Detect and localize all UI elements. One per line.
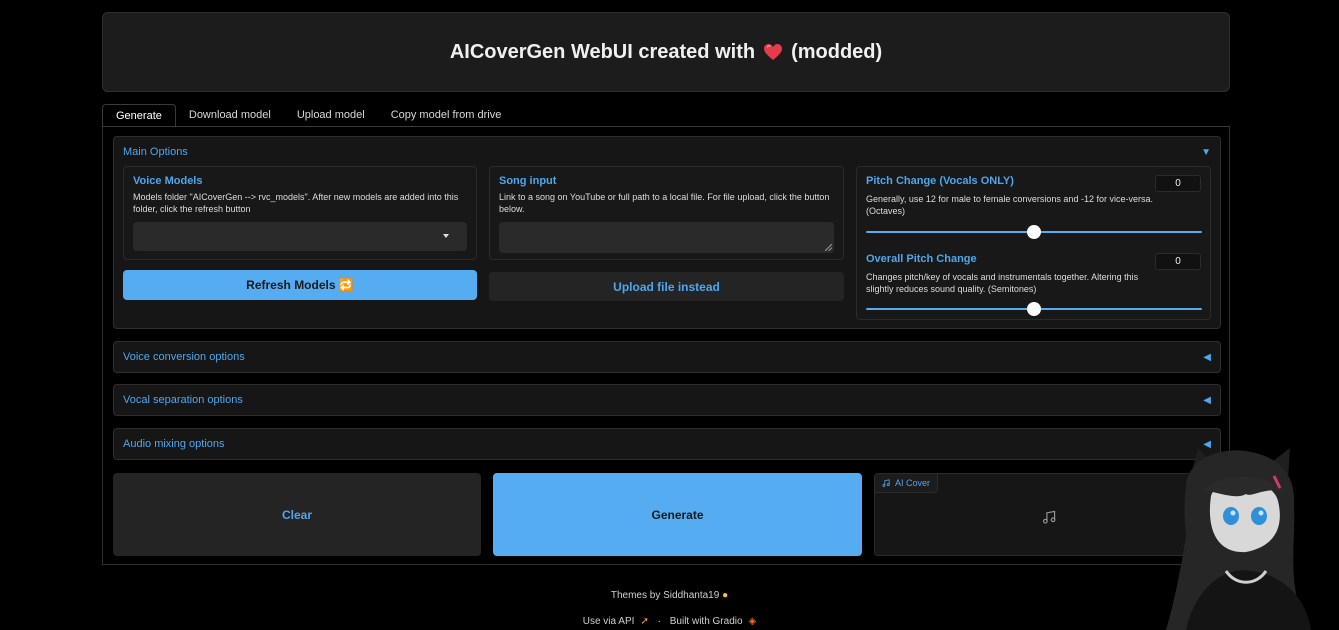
song-input-field[interactable] <box>499 222 834 253</box>
app-header: AICoverGen WebUI created with (modded) <box>102 12 1230 92</box>
built-with-gradio-link[interactable]: Built with Gradio <box>670 616 743 627</box>
clear-button[interactable]: Clear <box>113 473 481 556</box>
tab-download-model[interactable]: Download model <box>176 104 284 127</box>
chevron-left-icon: ◀ <box>1203 394 1211 406</box>
main-options-header[interactable]: Main Options ▼ <box>114 137 1220 167</box>
vocal-separation-header[interactable]: Vocal separation options ◀ <box>114 385 1220 415</box>
song-input-info: Link to a song on YouTube or full path t… <box>499 192 830 214</box>
song-input-label: Song input <box>499 175 557 187</box>
overall-pitch-label: Overall Pitch Change <box>866 253 977 265</box>
music-note-icon <box>882 479 890 487</box>
vocal-separation-accordion[interactable]: Vocal separation options ◀ <box>113 384 1221 416</box>
app-title-suffix: (modded) <box>791 40 883 63</box>
tab-copy-model-from-drive[interactable]: Copy model from drive <box>378 104 515 127</box>
main-options-accordion: Main Options ▼ Voice Models Models folde… <box>113 136 1221 329</box>
chevron-left-icon: ◀ <box>1203 351 1211 363</box>
overall-pitch-slider-thumb[interactable] <box>1027 302 1041 316</box>
hugging-face-icon: ● <box>722 590 729 601</box>
audio-mixing-title: Audio mixing options <box>123 438 225 450</box>
overall-pitch-info: Changes pitch/key of vocals and instrume… <box>866 272 1139 294</box>
voice-models-label: Voice Models <box>133 175 203 187</box>
resize-handle-icon[interactable] <box>825 244 832 251</box>
rocket-icon: ➚ <box>640 616 649 627</box>
tab-generate[interactable]: Generate <box>102 104 176 127</box>
footer-separator: · <box>657 616 661 627</box>
refresh-models-button[interactable]: Refresh Models 🔁 <box>123 270 477 300</box>
overall-pitch-slider[interactable] <box>866 301 1202 317</box>
pitch-controls-block: Pitch Change (Vocals ONLY) 0 Generally, … <box>856 166 1211 320</box>
gradio-logo-icon: ◈ <box>748 616 757 627</box>
voice-models-dropdown[interactable] <box>133 222 467 251</box>
chevron-down-icon: ▼ <box>1201 146 1211 158</box>
audio-mixing-header[interactable]: Audio mixing options ◀ <box>114 429 1220 459</box>
tab-upload-model[interactable]: Upload model <box>284 104 378 127</box>
main-options-title: Main Options <box>123 146 188 158</box>
dropdown-caret-icon <box>443 234 449 238</box>
voice-models-block: Voice Models Models folder "AICoverGen -… <box>123 166 477 260</box>
app-title-text: AICoverGen WebUI created with <box>449 40 756 63</box>
voice-conversion-accordion[interactable]: Voice conversion options ◀ <box>113 341 1221 373</box>
music-note-placeholder-icon <box>1042 510 1056 524</box>
pitch-change-slider[interactable] <box>866 224 1202 240</box>
pitch-change-info: Generally, use 12 for male to female con… <box>866 194 1153 216</box>
pitch-change-number-input[interactable]: 0 <box>1155 175 1201 192</box>
song-input-block: Song input Link to a song on YouTube or … <box>489 166 844 260</box>
overall-pitch-number-input[interactable]: 0 <box>1155 253 1201 270</box>
vocal-separation-title: Vocal separation options <box>123 394 243 406</box>
pitch-change-label: Pitch Change (Vocals ONLY) <box>866 175 1014 187</box>
ai-cover-label: AI Cover <box>895 478 931 488</box>
voice-models-info: Models folder "AICoverGen --> rvc_models… <box>133 192 459 214</box>
themes-credit-link[interactable]: Themes by Siddhanta19 <box>611 590 719 601</box>
voice-conversion-title: Voice conversion options <box>123 351 245 363</box>
heart-icon <box>764 44 783 60</box>
footer-links: Use via API ➚ · Built with Gradio ◈ <box>0 616 1339 627</box>
ai-cover-label-tag: AI Cover <box>875 474 939 493</box>
audio-mixing-accordion[interactable]: Audio mixing options ◀ <box>113 428 1221 460</box>
use-via-api-link[interactable]: Use via API <box>583 616 635 627</box>
tab-bar: Generate Download model Upload model Cop… <box>102 104 514 127</box>
voice-conversion-header[interactable]: Voice conversion options ◀ <box>114 342 1220 372</box>
pitch-change-slider-thumb[interactable] <box>1027 225 1041 239</box>
upload-file-button[interactable]: Upload file instead <box>489 272 844 301</box>
app-title: AICoverGen WebUI created with (modded) <box>450 41 882 64</box>
footer-themes: Themes by Siddhanta19 ● <box>0 590 1339 601</box>
generate-button[interactable]: Generate <box>493 473 862 556</box>
generate-tab-panel: Main Options ▼ Voice Models Models folde… <box>102 126 1230 565</box>
anime-mascot-image <box>1166 448 1311 630</box>
